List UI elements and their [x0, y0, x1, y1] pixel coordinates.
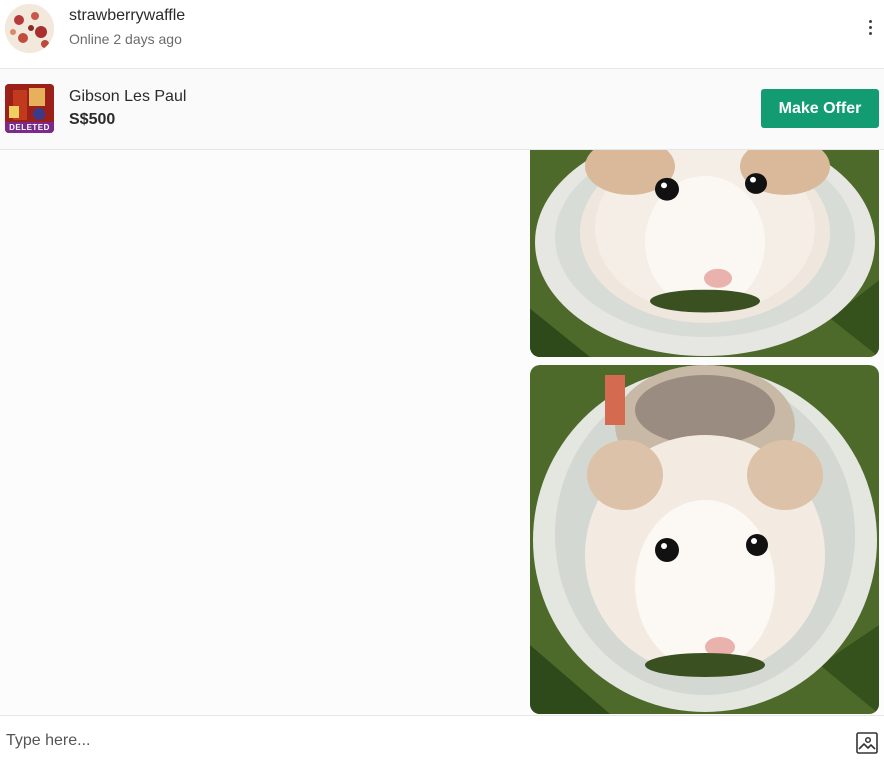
online-status: Online 2 days ago: [69, 31, 182, 47]
listing-bar: DELETED Gibson Les Paul S$500 Make Offer: [0, 69, 884, 150]
message-image[interactable]: [530, 365, 879, 714]
message-image[interactable]: [530, 150, 879, 357]
avatar[interactable]: [5, 4, 54, 53]
message-list[interactable]: [0, 150, 884, 715]
more-options-icon[interactable]: [860, 14, 880, 40]
listing-thumbnail[interactable]: DELETED: [5, 84, 54, 133]
chat-header: strawberrywaffle Online 2 days ago: [0, 0, 884, 69]
listing-title[interactable]: Gibson Les Paul: [69, 88, 186, 106]
listing-price: S$500: [69, 111, 116, 128]
username[interactable]: strawberrywaffle: [69, 7, 185, 25]
deleted-badge: DELETED: [5, 122, 54, 133]
image-upload-icon[interactable]: [856, 732, 878, 754]
message-composer: [0, 715, 884, 766]
message-input[interactable]: [0, 716, 840, 766]
make-offer-button[interactable]: Make Offer: [761, 89, 879, 128]
